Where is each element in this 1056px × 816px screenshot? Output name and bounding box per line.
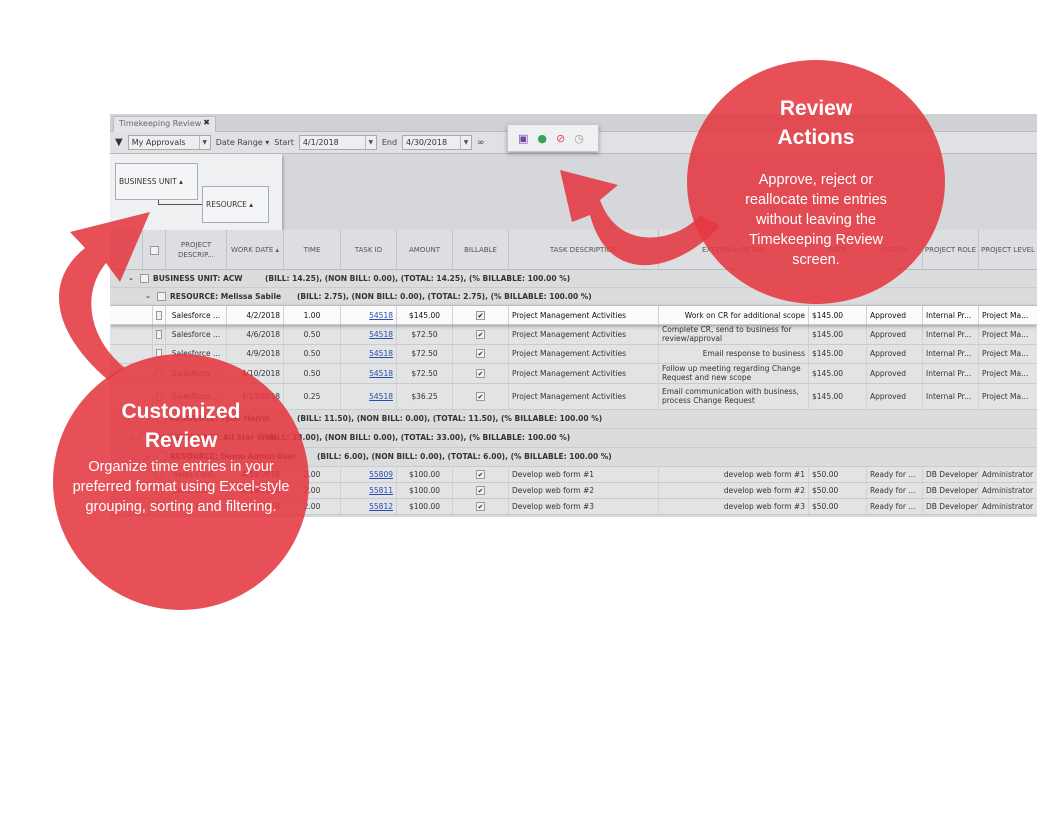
row-checkbox[interactable] [156,310,162,320]
status-value: Approved [870,310,906,320]
customized-review-callout: Customized Review Organize time entries … [53,354,309,610]
cell-project-role: Internal Pr... [922,306,978,324]
external-detail-value: Work on CR for additional scope [684,310,805,320]
cell-task-description: Project Management Activities [508,306,658,324]
cell-task-id-link: 54518 [340,306,396,324]
cell-project-level: Project Ma... [978,306,1037,324]
callout-title: Review [779,97,853,120]
table-row[interactable]: Salesforce ... 4/2/2018 1.00 54518 $145.00 ✔ P… [110,306,1037,325]
cell-amount: $145.00 [396,306,452,324]
cell-billable-checkbox: ✔ [452,306,508,324]
project-description-value: Salesforce ... [171,310,221,320]
arrow-to-grouping [58,212,151,380]
cell-external-detail: Work on CR for additional scope [658,306,808,324]
project-level-value: Project Ma... [982,310,1029,320]
task-id-link[interactable]: 54518 [369,311,393,320]
callout-title: Actions [777,126,855,149]
cell-rate: $145.00 [808,306,866,324]
billable-checkbox[interactable]: ✔ [476,310,485,320]
callout-body: Approve, reject or reallocate time entri… [745,172,887,268]
amount-value: $145.00 [408,310,440,320]
callout-title: Customized [121,400,241,423]
work-date-value: 4/2/2018 [246,310,280,320]
row-select[interactable] [152,306,165,324]
cell-status: Approved [866,306,922,324]
task-description-value: Project Management Activities [512,310,627,320]
cell-work-date: 4/2/2018 [226,306,283,324]
cell-project-description: Salesforce ... [165,306,226,324]
time-value: 1.00 [303,310,321,320]
review-actions-callout: Review Actions Approve, reject or reallo… [687,60,945,304]
project-role-value: Internal Pr... [926,310,972,320]
rate-value: $145.00 [812,310,844,320]
callout-title: Review [144,429,218,452]
callout-body: Organize time entries in your preferred … [72,459,290,515]
cell-time: 1.00 [283,306,340,324]
